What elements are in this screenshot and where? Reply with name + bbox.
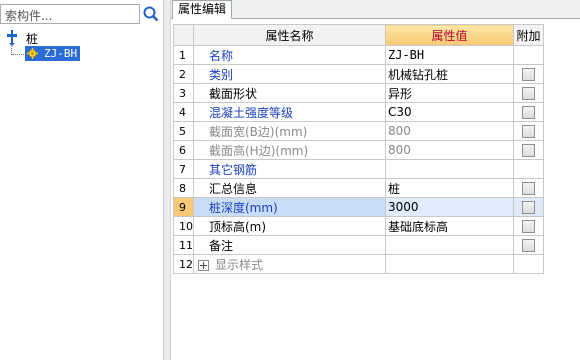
property-value-cell[interactable]: ZJ-BH (385, 45, 514, 65)
property-value-cell[interactable]: 基础底标高 (385, 216, 514, 236)
extra-cell (513, 216, 544, 236)
property-value-cell[interactable]: 机械钻孔桩 (385, 64, 514, 84)
extra-cell (513, 121, 544, 141)
table-row[interactable]: 7 其它钢筋 (173, 159, 544, 179)
property-name-cell: 截面高(H边)(mm) (193, 140, 386, 160)
extra-checkbox[interactable] (522, 182, 535, 195)
property-name-cell: 顶标高(m) (193, 216, 386, 236)
property-name-cell: 类别 (193, 64, 386, 84)
extra-checkbox[interactable] (522, 220, 535, 233)
table-row[interactable]: 3 截面形状 异形 (173, 83, 544, 103)
property-name-label: 显示样式 (215, 257, 264, 272)
row-number: 6 (173, 140, 194, 160)
header-property-name[interactable]: 属性名称 (193, 24, 386, 46)
table-row[interactable]: 6 截面高(H边)(mm) 800 (173, 140, 544, 160)
search-input[interactable]: 索构件... (0, 4, 140, 24)
row-number: 1 (173, 45, 194, 65)
extra-cell (513, 197, 544, 217)
header-property-value[interactable]: 属性值 (385, 24, 514, 46)
property-value-cell[interactable]: 3000 (385, 197, 514, 217)
extra-checkbox[interactable] (522, 106, 535, 119)
panel-splitter[interactable] (164, 0, 171, 360)
extra-cell (513, 235, 544, 255)
property-grid: 属性名称 属性值 附加 1 名称 ZJ-BH 2 类别 机械钻孔桩 3 截面形状 异形 4 混凝土强… (173, 24, 544, 274)
row-number: 12 (173, 254, 194, 274)
row-number: 10 (173, 216, 194, 236)
property-value-cell[interactable]: 800 (385, 140, 514, 160)
component-gear-icon (27, 48, 38, 59)
row-number: 7 (173, 159, 194, 179)
property-name-cell: 名称 (193, 45, 386, 65)
extra-checkbox[interactable] (522, 125, 535, 138)
header-extra[interactable]: 附加 (513, 24, 544, 46)
expand-plus-icon[interactable] (198, 259, 209, 271)
table-row[interactable]: 8 汇总信息桩 (173, 178, 544, 198)
tree-node-zj-bh[interactable]: ZJ-BH (25, 46, 81, 61)
table-row[interactable]: 5 截面宽(B边)(mm) 800 (173, 121, 544, 141)
property-value-cell[interactable]: 桩 (385, 178, 514, 198)
header-row-number (173, 24, 194, 46)
property-name-cell: 显示样式 (193, 254, 386, 274)
property-value-cell[interactable]: 800 (385, 121, 514, 141)
property-editor-panel: 属性编辑 属性名称 属性值 附加 1 名称 ZJ-BH 2 类别 机械钻孔桩 3 截面形状 异形… (171, 0, 580, 360)
tree-connector-horizontal (12, 54, 24, 55)
property-name-cell: 汇总信息 (193, 178, 386, 198)
tree-child-label: ZJ-BH (44, 47, 78, 60)
property-name-cell: 其它钢筋 (193, 159, 386, 179)
row-number: 4 (173, 102, 194, 122)
grid-header-row: 属性名称 属性值 附加 (173, 24, 544, 46)
tab-property-edit[interactable]: 属性编辑 (172, 0, 233, 19)
extra-cell (513, 64, 544, 84)
extra-checkbox[interactable] (522, 201, 535, 214)
table-row[interactable]: 9 桩深度(mm) 3000 (173, 197, 544, 217)
property-name-cell: 截面宽(B边)(mm) (193, 121, 386, 141)
table-row[interactable]: 10 顶标高(m) 基础底标高 (173, 216, 544, 236)
search-icon[interactable] (141, 4, 161, 24)
extra-cell (513, 254, 544, 274)
property-value-cell[interactable] (385, 159, 514, 179)
property-value-cell[interactable]: C30 (385, 102, 514, 122)
property-value-cell[interactable] (385, 254, 514, 274)
property-name-cell: 备注 (193, 235, 386, 255)
table-row[interactable]: 2 类别 机械钻孔桩 (173, 64, 544, 84)
extra-cell (513, 83, 544, 103)
extra-checkbox[interactable] (522, 68, 535, 81)
row-number: 11 (173, 235, 194, 255)
extra-checkbox[interactable] (522, 87, 535, 100)
extra-cell (513, 178, 544, 198)
table-row[interactable]: 12 显示样式 (173, 254, 544, 274)
component-tree-panel: 索构件... 桩 ZJ-BH (0, 0, 164, 360)
extra-cell (513, 140, 544, 160)
tab-bar: 属性编辑 (171, 0, 580, 19)
property-value-cell[interactable]: 异形 (385, 83, 514, 103)
property-value-cell[interactable] (385, 235, 514, 255)
row-number: 8 (173, 178, 194, 198)
extra-cell (513, 102, 544, 122)
extra-cell (513, 45, 544, 65)
row-number: 2 (173, 64, 194, 84)
property-name-cell: 桩深度(mm) (193, 197, 386, 217)
extra-checkbox[interactable] (522, 239, 535, 252)
tree-root-label: 桩 (26, 31, 39, 46)
row-number: 3 (173, 83, 194, 103)
row-number: 5 (173, 121, 194, 141)
table-row[interactable]: 1 名称 ZJ-BH (173, 45, 544, 65)
extra-checkbox[interactable] (522, 144, 535, 157)
row-number: 9 (173, 197, 194, 217)
property-name-cell: 混凝土强度等级 (193, 102, 386, 122)
table-row[interactable]: 11 备注 (173, 235, 544, 255)
table-row[interactable]: 4 混凝土强度等级 C30 (173, 102, 544, 122)
extra-cell (513, 159, 544, 179)
property-name-cell: 截面形状 (193, 83, 386, 103)
